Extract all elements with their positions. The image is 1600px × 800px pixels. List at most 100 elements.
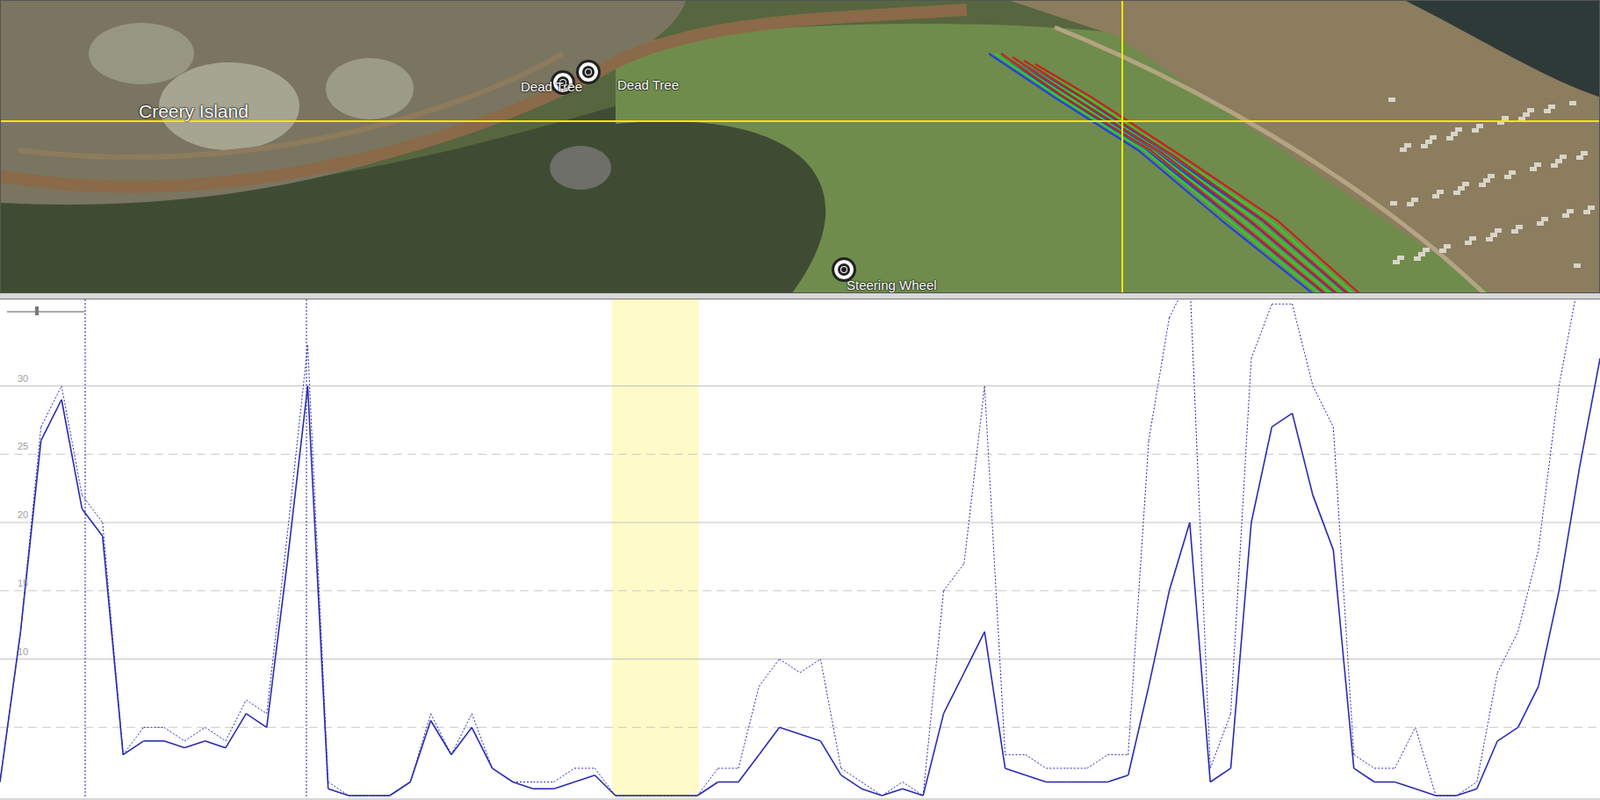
waypoint-label[interactable]: Dead Tree (617, 78, 679, 94)
series-segment (1558, 468, 1579, 591)
waypoint-label[interactable]: Steering Wheel (846, 278, 937, 294)
series-segment (881, 782, 902, 797)
series-segment (820, 741, 841, 776)
series-segment (1045, 781, 1067, 784)
cursor-line (306, 299, 308, 799)
series-segment (1271, 303, 1292, 305)
grid-line (0, 522, 1600, 524)
waypoint-label[interactable]: Dead Tree (520, 79, 583, 95)
series-segment (697, 768, 718, 796)
series-segment (102, 536, 123, 756)
area-label[interactable]: Creery Island (138, 100, 249, 122)
series-segment (287, 345, 308, 537)
series-segment (1518, 549, 1539, 632)
series-segment (225, 699, 246, 742)
series-segment (841, 775, 862, 790)
series-segment (656, 795, 678, 797)
series-segment (1292, 413, 1313, 496)
series-segment (122, 741, 144, 756)
series-segment (205, 741, 226, 749)
series-segment (266, 536, 288, 714)
series-segment (944, 672, 965, 714)
series-segment (1189, 522, 1211, 783)
series-segment (738, 686, 759, 769)
series-segment (718, 781, 739, 784)
series-segment (1374, 767, 1395, 769)
series-segment (1251, 303, 1272, 359)
series-segment (635, 795, 656, 797)
gps-track[interactable] (988, 53, 1348, 294)
series-segment (574, 767, 595, 769)
series-segment (1292, 303, 1313, 386)
series-segment (1394, 782, 1415, 790)
series-segment (1066, 781, 1088, 784)
gps-track[interactable] (994, 53, 1355, 294)
crosshair-vertical (1121, 0, 1124, 294)
series-segment (164, 741, 185, 749)
series-segment (1210, 768, 1231, 783)
series-segment (81, 495, 102, 523)
series-segment (144, 740, 165, 743)
series-segment (1231, 358, 1252, 714)
series-segment (1231, 522, 1252, 769)
series-segment (718, 767, 739, 769)
series-segment (1005, 754, 1026, 756)
series-segment (1251, 426, 1272, 523)
series-segment (492, 768, 513, 783)
series-segment (594, 768, 615, 796)
series-segment (1271, 413, 1292, 428)
series-segment (512, 781, 534, 783)
series-segment (1025, 775, 1046, 783)
series-segment (922, 590, 944, 796)
series-segment (1374, 781, 1395, 784)
series-segment (615, 795, 636, 797)
series-segment (1415, 788, 1436, 796)
series-segment (369, 794, 390, 797)
speed-chart[interactable]: 3025201510 (0, 298, 1600, 799)
series-segment (1005, 768, 1026, 776)
y-tick-label: 15 (17, 578, 29, 589)
series-segment (287, 386, 308, 564)
waypoint-icon[interactable] (576, 59, 601, 85)
series-segment (1087, 781, 1108, 784)
series-segment (1025, 754, 1046, 769)
series-segment (758, 659, 779, 687)
gps-track[interactable] (1001, 53, 1361, 294)
series-segment (800, 734, 821, 742)
series-segment (820, 659, 841, 769)
series-segment (533, 787, 554, 790)
series-segment (266, 563, 288, 728)
series-segment (389, 782, 411, 797)
series-segment (1579, 358, 1600, 468)
series-segment (1087, 754, 1108, 769)
speed-series (0, 299, 1600, 796)
series-segment (307, 386, 328, 790)
map-view[interactable]: Creery Island Dead Tree Dead Tree Steering … (0, 0, 1600, 294)
series-segment (1045, 767, 1067, 769)
series-segment (1333, 549, 1354, 769)
scale-icon[interactable] (7, 311, 85, 313)
series-segment (492, 768, 513, 783)
series-segment (245, 713, 267, 728)
cursor-line (85, 299, 87, 799)
series-segment (205, 727, 226, 742)
speed-series (0, 358, 1600, 796)
series-segment (1148, 317, 1169, 441)
selection-band[interactable] (612, 299, 700, 799)
series-segment (471, 727, 492, 769)
series-segment (328, 788, 349, 796)
series-segment (861, 788, 882, 796)
series-segment (184, 741, 205, 749)
series-segment (1354, 768, 1375, 783)
series-segment (984, 631, 1005, 769)
series-segment (389, 782, 411, 797)
y-tick-label: 20 (17, 510, 29, 520)
series-segment (431, 720, 452, 756)
series-segment (554, 768, 575, 783)
y-tick-label: 30 (17, 374, 29, 384)
series-segment (122, 727, 144, 755)
series-segment (1333, 426, 1354, 755)
series-segment (1169, 299, 1190, 318)
series-segment (61, 399, 82, 509)
series-segment (922, 713, 944, 796)
